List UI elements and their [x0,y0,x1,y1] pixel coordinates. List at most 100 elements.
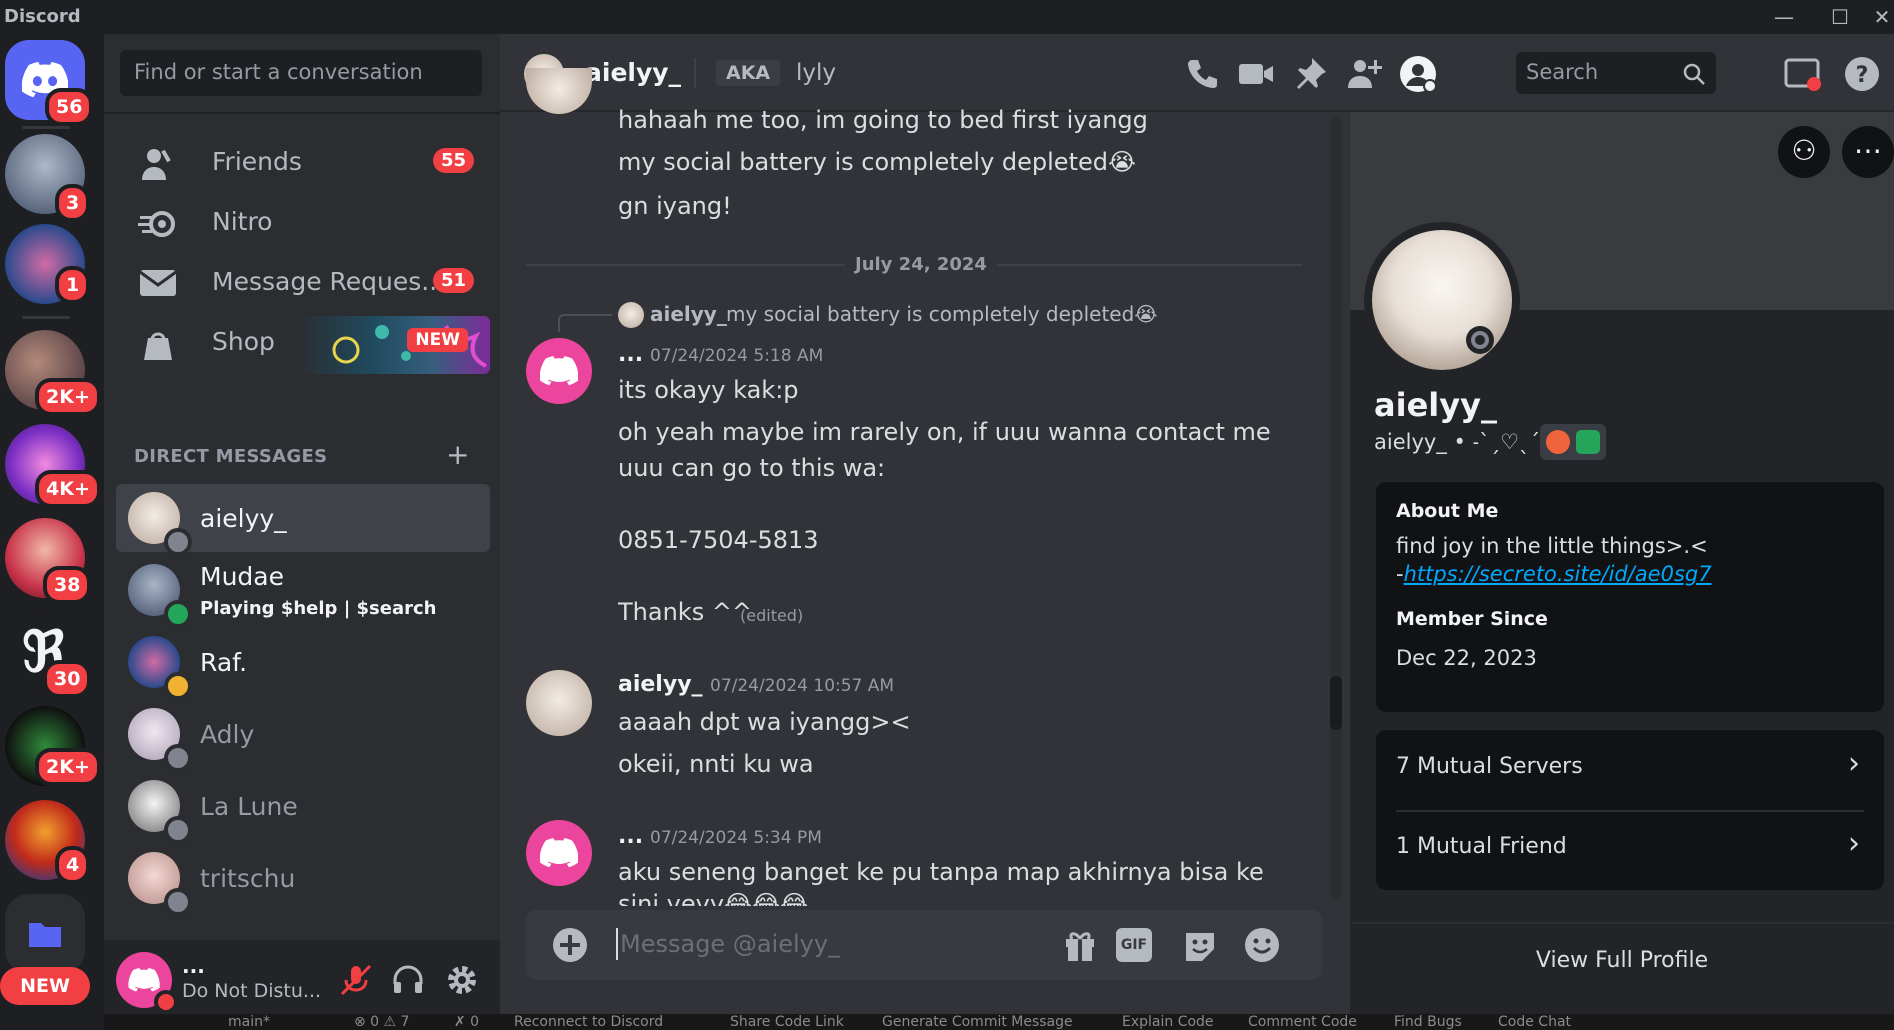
badge-icon[interactable] [1546,430,1570,454]
message-input[interactable]: Message @aielyy_ [620,930,840,958]
chat-header: aielyy_ AKA lyly Search ? [500,34,1894,112]
title-bar: Discord — ☐ ✕ [0,0,1894,34]
minimize-icon[interactable]: — [1764,2,1804,32]
dm-item-mudae[interactable]: Mudae Playing $help | $search [116,556,490,628]
add-friend-icon[interactable]: ⚇ [1778,126,1830,178]
generate-commit-message[interactable]: Generate Commit Message [882,1014,1073,1030]
status-offline-icon [164,816,192,844]
find-bugs[interactable]: Find Bugs [1394,1014,1462,1030]
about-me-text: find joy in the little things>.< [1396,534,1708,558]
about-me-link[interactable]: https://secreto.site/id/ae0sg7 [1404,562,1712,586]
dm-item-aielyy[interactable]: aielyy_ [116,484,490,556]
gif-button[interactable]: GIF [1116,928,1152,962]
help-icon[interactable]: ? [1842,54,1882,94]
member-since-header: Member Since [1396,608,1548,630]
reply-spine [558,314,612,332]
new-unreads-pill[interactable]: NEW [0,967,90,1005]
chat-recipient-name[interactable]: aielyy_ [585,58,681,87]
mic-muted-icon[interactable] [338,962,374,998]
add-friends-to-dm-icon[interactable] [1344,54,1384,94]
user-status: Do Not Distu... [182,980,322,1002]
server-icon[interactable]: 4 [5,800,91,884]
share-code-link[interactable]: Share Code Link [730,1014,844,1030]
pin-icon[interactable] [1290,54,1330,94]
code-chat[interactable]: Code Chat [1498,1014,1571,1030]
reply-preview[interactable]: my social battery is completely depleted… [726,302,1158,326]
date-divider: July 24, 2024 [845,254,997,275]
member-since-date: Dec 22, 2023 [1396,646,1537,670]
server-icon[interactable]: 2K+ [5,330,101,416]
message-author[interactable]: ... [618,342,643,367]
comment-code[interactable]: Comment Code [1248,1014,1357,1030]
phone-call-icon[interactable] [1182,54,1222,94]
nitro-icon [138,211,175,237]
server-badge: 2K+ [35,378,101,416]
problems-count[interactable]: ⊗ 0 ⚠ 7 [354,1014,409,1030]
dm-item-tritschu[interactable]: tritschu [116,844,490,916]
server-badge: 1 [55,266,91,304]
status-dnd-icon [154,990,178,1014]
dm-item-la-lune[interactable]: La Lune [116,772,490,844]
status-offline-icon [164,888,192,916]
server-badge: 38 [43,566,92,604]
avatar[interactable] [526,338,592,404]
git-branch[interactable]: main* [228,1014,270,1030]
dm-search-input[interactable]: Find or start a conversation [120,50,482,96]
status-offline-icon [1466,326,1494,354]
inbox-icon[interactable] [1782,54,1822,94]
reply-author[interactable]: aielyy_ [650,302,727,326]
chat-scrollbar[interactable] [1330,116,1342,900]
create-dm-plus-icon[interactable]: + [446,438,469,471]
message-text: oh yeah maybe im rarely on, if uuu wanna… [618,418,1271,446]
server-icon[interactable]: 2K+ [5,706,101,786]
server-icon[interactable]: ℜ 30 [5,612,92,698]
server-icon[interactable]: 38 [5,518,92,604]
nav-label: Friends [212,147,302,176]
emoji-icon[interactable] [1244,927,1280,963]
message-author[interactable]: ... [618,824,643,849]
dm-name: aielyy_ [200,504,287,533]
mutuals-card: 7 Mutual Servers › 1 Mutual Friend › [1376,730,1884,890]
maximize-icon[interactable]: ☐ [1820,2,1860,32]
nav-label: Message Reques... [212,267,446,296]
gear-icon[interactable] [444,962,480,998]
nav-message-requests[interactable]: Message Reques... 51 [116,252,490,314]
gift-icon[interactable] [1062,927,1098,963]
nav-shop[interactable]: Shop NEW [116,312,490,374]
svg-text:?: ? [1856,63,1869,88]
headphones-icon[interactable] [390,962,426,998]
nav-friends[interactable]: Friends 55 [116,132,490,194]
header-search-input[interactable]: Search [1516,52,1716,94]
profile-username: aielyy_ • ˗ˋˏ♡ˎˊ˗ [1374,430,1547,454]
video-call-icon[interactable] [1236,54,1276,94]
server-folder[interactable] [5,894,85,974]
view-full-profile-link[interactable]: View Full Profile [1350,948,1894,973]
avatar[interactable] [526,820,592,886]
dm-item-adly[interactable]: Adly [116,700,490,772]
close-icon[interactable]: ✕ [1862,2,1894,32]
explain-code[interactable]: Explain Code [1122,1014,1214,1030]
ports-count[interactable]: ✗ 0 [454,1014,479,1030]
reconnect-discord[interactable]: Reconnect to Discord [514,1014,663,1030]
sticker-icon[interactable] [1182,927,1218,963]
mutual-friends-row[interactable]: 1 Mutual Friend › [1376,812,1884,890]
direct-messages-header: DIRECT MESSAGES [134,446,328,467]
profile-avatar[interactable] [1364,222,1520,378]
aka-label: AKA [716,60,781,86]
server-icon[interactable]: 3 [5,134,91,222]
avatar[interactable] [526,670,592,736]
badge-icon[interactable] [1576,430,1600,454]
server-icon[interactable]: 4K+ [5,424,101,508]
folder-icon [29,923,61,947]
more-options-icon[interactable]: ⋯ [1842,126,1894,178]
nav-nitro[interactable]: Nitro [116,192,490,254]
mutual-servers-row[interactable]: 7 Mutual Servers › [1376,730,1884,810]
attach-plus-icon[interactable] [552,927,588,963]
user-profile-toggle-icon[interactable] [1398,54,1438,94]
home-button[interactable]: 56 [5,40,94,126]
message-author[interactable]: aielyy_ [618,672,703,697]
server-icon[interactable]: 1 [5,224,91,304]
dm-item-raf[interactable]: Raf. [116,628,490,700]
chat-scrollbar-thumb[interactable] [1330,676,1342,730]
about-link-prefix: - [1396,562,1404,586]
